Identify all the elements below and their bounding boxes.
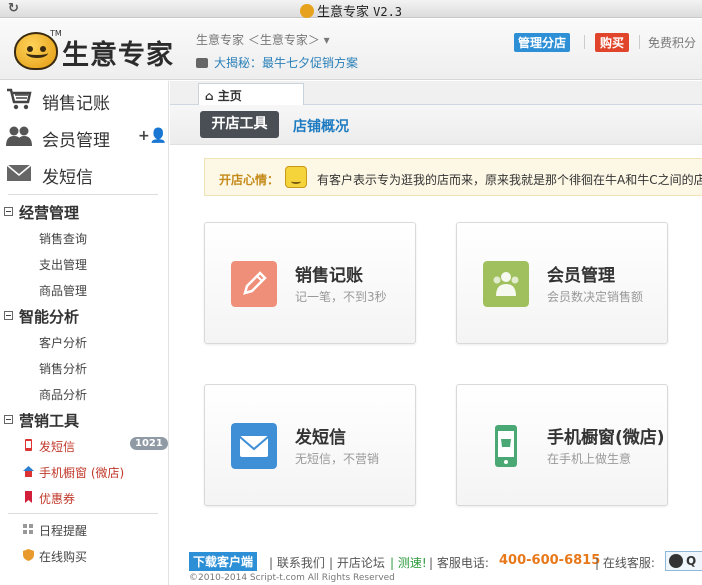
mobile-phone-icon xyxy=(495,425,517,467)
card-mobile-store[interactable]: 手机橱窗(微店) 在手机上做生意 xyxy=(456,384,668,506)
sidebar-item-marketing-sms[interactable]: 发短信 xyxy=(25,438,75,455)
section-analytics[interactable]: 智能分析 xyxy=(4,306,79,327)
sidebar-item-sales-analysis[interactable]: 销售分析 xyxy=(39,360,87,377)
shield-icon xyxy=(23,549,34,561)
contact-link[interactable]: | 联系我们 xyxy=(269,554,325,571)
sidebar-item-schedule[interactable]: 日程提醒 xyxy=(23,522,87,539)
sms-count-badge: 1021 xyxy=(130,437,168,450)
sidebar-item-products[interactable]: 商品管理 xyxy=(39,282,87,299)
money-bag-icon xyxy=(299,4,314,18)
collapse-icon xyxy=(4,415,13,424)
collapse-icon xyxy=(4,207,13,216)
sidebar: 销售记账 会员管理 +👤 发短信 经营管理 销售查询 支出管理 商品管理 智能分… xyxy=(0,81,169,585)
shopping-cart-icon xyxy=(7,88,32,110)
sidebar-item-product-analysis[interactable]: 商品分析 xyxy=(39,386,87,403)
bookmark-icon xyxy=(25,491,32,503)
mood-notice: 开店心情： 有客户表示专为逛我的店而来，原来我就是那个徘徊在牛A和牛C之间的店 xyxy=(204,158,702,196)
qq-penguin-icon xyxy=(669,554,683,568)
smiley-icon xyxy=(285,166,307,188)
promo-link[interactable]: 大揭秘：最牛七夕促销方案 xyxy=(196,54,358,71)
download-client-button[interactable]: 下载客户端 xyxy=(189,552,258,571)
sidebar-item-sales[interactable]: 销售记账 xyxy=(0,81,169,118)
speech-bubble-icon xyxy=(196,58,208,68)
shop-selector[interactable]: 生意专家 ＜生意专家＞ ▾ xyxy=(196,31,330,48)
tab-shop-tools[interactable]: 开店工具 xyxy=(200,111,279,138)
sidebar-item-mobile-store[interactable]: 手机橱窗 (微店) xyxy=(23,464,124,481)
free-points-link[interactable]: 免费积分 xyxy=(648,34,696,51)
sidebar-item-expenses[interactable]: 支出管理 xyxy=(39,256,87,273)
sidebar-item-online-purchase[interactable]: 在线购买 xyxy=(23,548,87,565)
section-marketing[interactable]: 营销工具 xyxy=(4,410,79,431)
speed-test-link[interactable]: | 测速! xyxy=(390,554,427,571)
home-icon: ⌂ xyxy=(205,89,214,103)
sidebar-item-coupons[interactable]: 优惠券 xyxy=(25,490,75,507)
title-bar: ↻ 生意专家 V2.3 xyxy=(0,0,702,20)
tab-strip: ⌂ 主页 xyxy=(170,81,702,106)
app-header: TM 生意专家 生意专家 ＜生意专家＞ ▾ 大揭秘：最牛七夕促销方案 管理分店 … xyxy=(0,19,702,80)
logo: TM 生意专家 xyxy=(14,29,176,71)
buy-button[interactable]: 购买 xyxy=(595,33,630,52)
manage-branches-button[interactable]: 管理分店 xyxy=(514,33,571,52)
collapse-icon xyxy=(4,311,13,320)
divider xyxy=(8,513,158,514)
sidebar-item-sms[interactable]: 发短信 xyxy=(0,155,169,192)
forum-link[interactable]: | 开店论坛 xyxy=(329,554,385,571)
members-icon xyxy=(483,261,529,307)
envelope-icon xyxy=(231,423,277,469)
divider xyxy=(639,35,640,49)
card-send-sms[interactable]: 发短信 无短信，不营销 xyxy=(204,384,416,506)
members-icon xyxy=(6,126,32,146)
tab-shop-overview[interactable]: 店铺概况 xyxy=(293,116,349,136)
qq-button[interactable]: Q xyxy=(665,551,702,571)
online-service-label: | 在线客服: xyxy=(595,556,655,570)
tab-home[interactable]: ⌂ 主页 xyxy=(198,83,304,106)
store-icon xyxy=(23,466,34,477)
section-business[interactable]: 经营管理 xyxy=(4,202,79,223)
envelope-icon xyxy=(6,164,32,181)
window-title: 生意专家 V2.3 xyxy=(0,1,702,20)
divider xyxy=(8,194,158,195)
sidebar-item-members[interactable]: 会员管理 +👤 xyxy=(0,118,169,155)
sidebar-item-customer-analysis[interactable]: 客户分析 xyxy=(39,334,87,351)
grid-calendar-icon xyxy=(23,524,33,534)
copyright: ©2010-2014 Script-t.com All Rights Reser… xyxy=(189,573,395,583)
divider xyxy=(584,35,585,49)
add-member-icon[interactable]: +👤 xyxy=(138,128,167,144)
tel-number: 400-600-6815 xyxy=(499,553,601,568)
tel-label: | 客服电话: xyxy=(429,556,489,570)
sidebar-item-sales-query[interactable]: 销售查询 xyxy=(39,230,87,247)
sub-navigation: 开店工具 店铺概况 xyxy=(170,105,702,145)
phone-icon xyxy=(25,439,32,451)
card-member-management[interactable]: 会员管理 会员数决定销售额 xyxy=(456,222,668,344)
pencil-icon xyxy=(231,261,277,307)
footer: 下载客户端 | 联系我们 | 开店论坛 | 测速! | 客服电话: 400-60… xyxy=(189,550,702,572)
logo-text: 生意专家 xyxy=(62,40,174,71)
card-sales-record[interactable]: 销售记账 记一笔，不到3秒 xyxy=(204,222,416,344)
